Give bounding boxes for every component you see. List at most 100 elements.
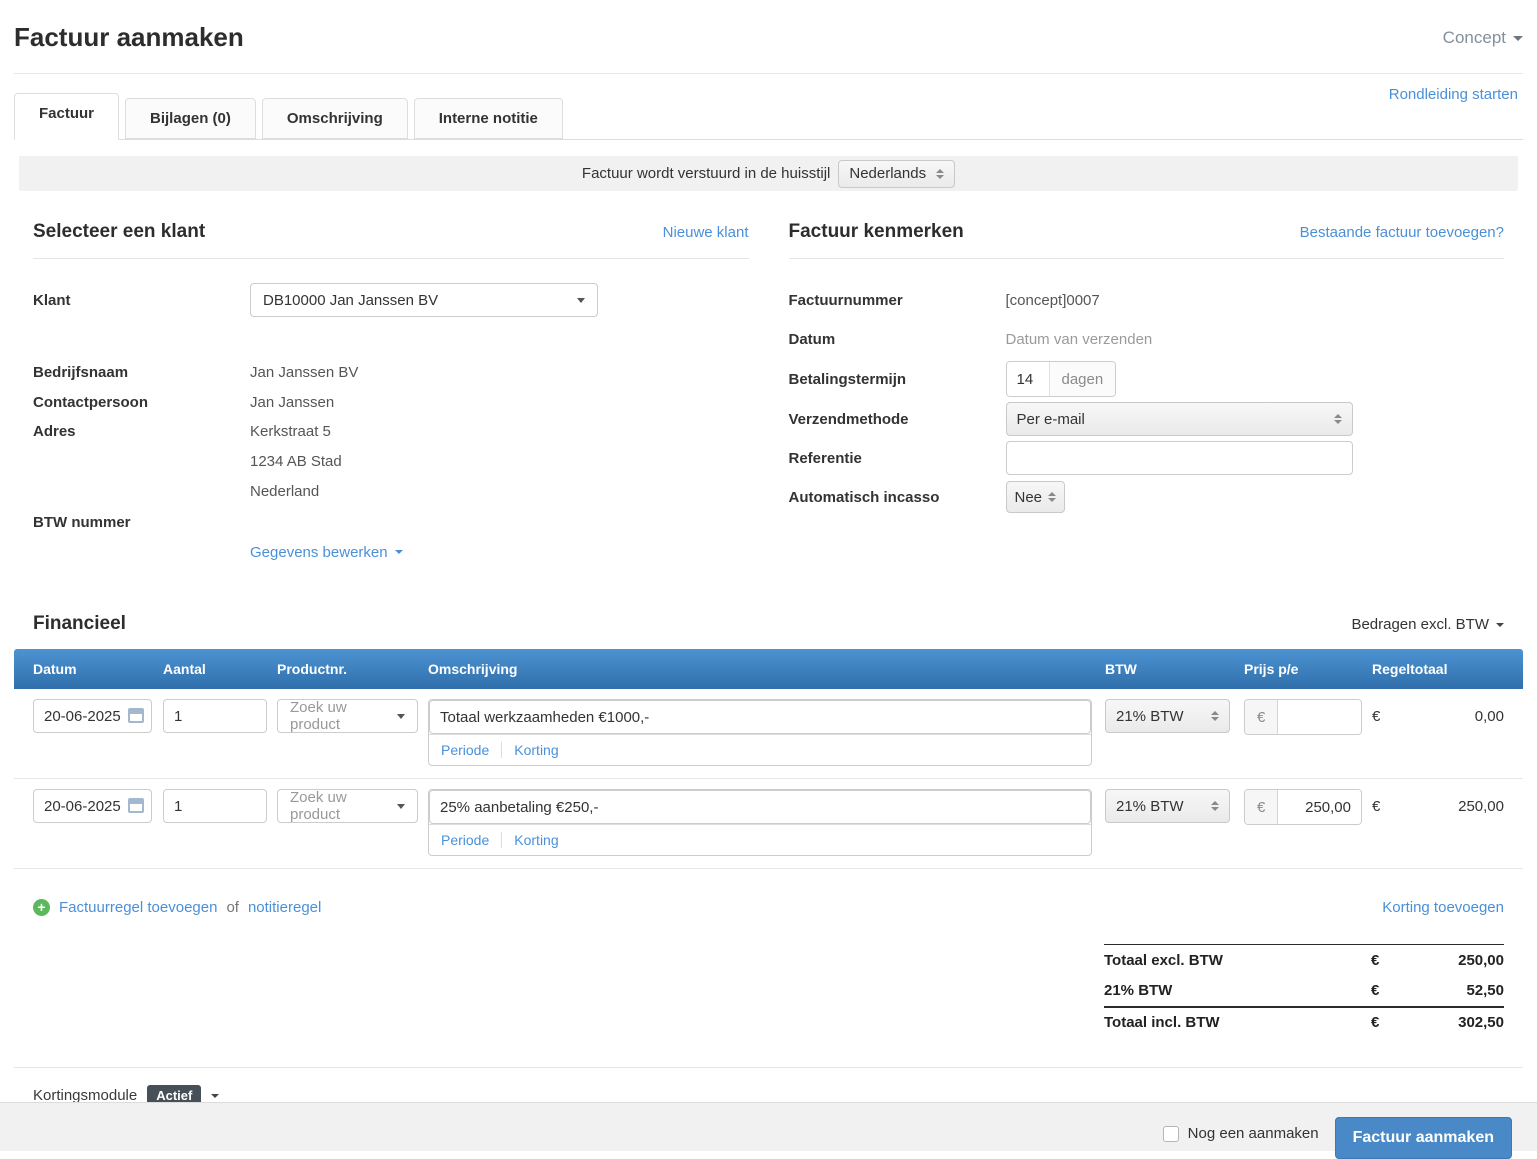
- invoice-props-section: Factuur kenmerken Bestaande factuur toev…: [789, 221, 1505, 567]
- currency-symbol: €: [1371, 982, 1379, 999]
- price-input[interactable]: [1278, 700, 1361, 734]
- btw-total-row: 21% BTW € 52,50: [1104, 975, 1504, 1006]
- table-row: Zoek uw product Periode Korting 21: [14, 689, 1523, 779]
- create-another-checkbox[interactable]: [1163, 1126, 1179, 1142]
- chevron-down-icon: [1496, 623, 1504, 627]
- existing-invoice-link[interactable]: Bestaande factuur toevoegen?: [1300, 224, 1504, 241]
- factuurnummer-row: Factuurnummer [concept]0007: [789, 283, 1505, 317]
- tab-interne-notitie[interactable]: Interne notitie: [414, 98, 563, 139]
- add-note-line-link[interactable]: notitieregel: [248, 899, 321, 916]
- table-row: Zoek uw product Periode Korting 21: [14, 779, 1523, 869]
- customer-section-header: Selecteer een klant Nieuwe klant: [33, 221, 749, 259]
- calendar-icon[interactable]: [128, 798, 144, 813]
- customer-heading: Selecteer een klant: [33, 221, 205, 243]
- chevron-down-icon: [577, 298, 585, 303]
- adres-row: Adres Kerkstraat 5 1234 AB Stad Nederlan…: [33, 417, 749, 507]
- btw-select[interactable]: 21% BTW: [1105, 699, 1230, 733]
- tab-factuur[interactable]: Factuur: [14, 93, 119, 140]
- create-invoice-button[interactable]: Factuur aanmaken: [1335, 1117, 1512, 1159]
- betalingstermijn-unit: dagen: [1049, 362, 1116, 396]
- euro-prefix: €: [1245, 790, 1278, 824]
- adres-value: Kerkstraat 5 1234 AB Stad Nederland: [250, 417, 342, 507]
- select-arrows-icon: [936, 169, 944, 179]
- datum-value: Datum van verzenden: [1006, 331, 1153, 348]
- chevron-down-icon: [397, 714, 405, 719]
- currency-symbol: €: [1372, 789, 1380, 825]
- create-another-wrap: Nog een aanmaken: [1163, 1125, 1319, 1142]
- periode-link[interactable]: Periode: [441, 832, 489, 848]
- tabs-row: Factuur Bijlagen (0) Omschrijving Intern…: [14, 93, 1523, 140]
- currency-symbol: €: [1371, 1014, 1379, 1031]
- line-total: € 250,00: [1372, 789, 1504, 825]
- edit-details-link[interactable]: Gegevens bewerken: [250, 544, 403, 561]
- chevron-down-icon: [397, 804, 405, 809]
- footer-bar: Nog een aanmaken Factuur aanmaken: [0, 1102, 1537, 1151]
- total-incl-value: 302,50: [1379, 1014, 1504, 1031]
- col-prijs: Prijs p/e: [1244, 661, 1362, 677]
- invoice-lines-table: Datum Aantal Productnr. Omschrijving BTW…: [14, 649, 1523, 869]
- col-datum: Datum: [33, 661, 163, 677]
- referentie-input[interactable]: [1006, 441, 1353, 475]
- housestyle-banner: Factuur wordt verstuurd in de huisstijl …: [19, 156, 1518, 191]
- tour-link[interactable]: Rondleiding starten: [1389, 86, 1518, 103]
- tab-bijlagen[interactable]: Bijlagen (0): [125, 98, 256, 139]
- contactpersoon-row: Contactpersoon Jan Janssen: [33, 387, 749, 417]
- add-discount-link[interactable]: Korting toevoegen: [1382, 899, 1504, 916]
- new-customer-link[interactable]: Nieuwe klant: [663, 224, 749, 241]
- or-text: of: [226, 899, 239, 916]
- table-header: Datum Aantal Productnr. Omschrijving BTW…: [14, 649, 1523, 689]
- page-header: Factuur aanmaken Concept: [14, 0, 1523, 74]
- line-total-value: 0,00: [1475, 699, 1504, 735]
- verzendmethode-row: Verzendmethode Per e-mail: [789, 402, 1505, 436]
- description-box: Periode Korting: [428, 699, 1092, 766]
- chevron-down-icon: [395, 550, 403, 554]
- date-field-wrap: [33, 789, 152, 823]
- status-dropdown[interactable]: Concept: [1443, 28, 1523, 48]
- quantity-input[interactable]: [163, 699, 267, 733]
- total-excl-row: Totaal excl. BTW € 250,00: [1104, 944, 1504, 975]
- line-links: Periode Korting: [429, 824, 1091, 855]
- language-select[interactable]: Nederlands: [838, 160, 955, 188]
- add-invoice-line-link[interactable]: Factuurregel toevoegen: [59, 899, 217, 916]
- add-icon[interactable]: +: [33, 899, 50, 916]
- total-excl-value: 250,00: [1379, 952, 1504, 969]
- currency-symbol: €: [1371, 952, 1379, 969]
- btw-select[interactable]: 21% BTW: [1105, 789, 1230, 823]
- product-select[interactable]: Zoek uw product: [277, 789, 418, 823]
- description-input[interactable]: [429, 790, 1091, 824]
- col-regeltotaal: Regeltotaal: [1372, 661, 1504, 677]
- chevron-down-icon[interactable]: [211, 1094, 219, 1098]
- datum-row: Datum Datum van verzenden: [789, 322, 1505, 356]
- incasso-select[interactable]: Nee: [1006, 481, 1066, 513]
- quantity-input[interactable]: [163, 789, 267, 823]
- description-input[interactable]: [429, 700, 1091, 734]
- periode-link[interactable]: Periode: [441, 742, 489, 758]
- price-input[interactable]: [1278, 790, 1361, 824]
- customer-details: Bedrijfsnaam Jan Janssen BV Contactperso…: [33, 357, 749, 567]
- date-field-wrap: [33, 699, 152, 733]
- calendar-icon[interactable]: [128, 708, 144, 723]
- betalingstermijn-input[interactable]: [1007, 362, 1049, 396]
- customer-select[interactable]: DB10000 Jan Janssen BV: [250, 283, 598, 317]
- verzendmethode-select[interactable]: Per e-mail: [1006, 402, 1353, 436]
- incasso-row: Automatisch incasso Nee: [789, 480, 1505, 514]
- currency-symbol: €: [1372, 699, 1380, 735]
- create-another-label: Nog een aanmaken: [1188, 1125, 1319, 1142]
- korting-link[interactable]: Korting: [514, 832, 558, 848]
- col-omschrijving: Omschrijving: [428, 661, 1092, 677]
- referentie-row: Referentie: [789, 441, 1505, 475]
- product-select[interactable]: Zoek uw product: [277, 699, 418, 733]
- amounts-toggle[interactable]: Bedragen excl. BTW: [1351, 616, 1504, 633]
- bedrijfsnaam-value: Jan Janssen BV: [250, 364, 358, 381]
- description-box: Periode Korting: [428, 789, 1092, 856]
- euro-prefix: €: [1245, 700, 1278, 734]
- col-aantal: Aantal: [163, 661, 277, 677]
- customer-section: Selecteer een klant Nieuwe klant Klant D…: [33, 221, 749, 567]
- col-btw: BTW: [1105, 661, 1230, 677]
- select-arrows-icon: [1211, 711, 1219, 721]
- total-incl-row: Totaal incl. BTW € 302,50: [1104, 1006, 1504, 1037]
- btw-nummer-row: BTW nummer: [33, 507, 749, 537]
- korting-link[interactable]: Korting: [514, 742, 558, 758]
- tabs-zone: Rondleiding starten Factuur Bijlagen (0)…: [14, 74, 1523, 140]
- tab-omschrijving[interactable]: Omschrijving: [262, 98, 408, 139]
